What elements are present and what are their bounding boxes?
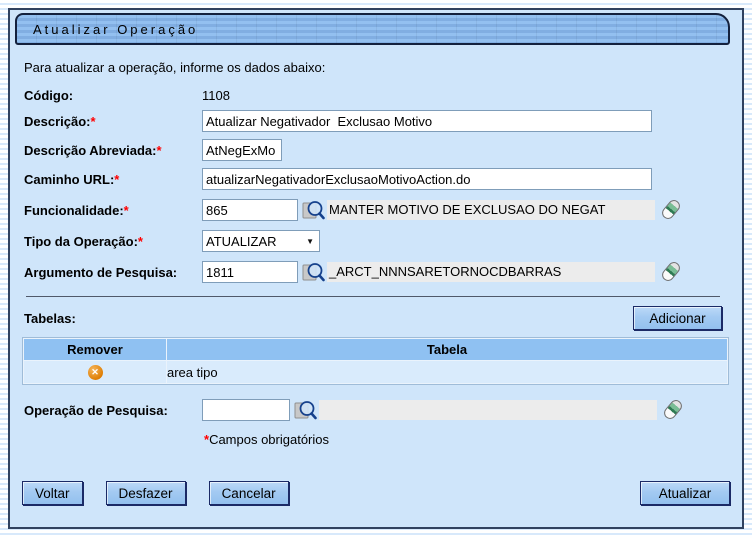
codigo-label: Código: [24,88,202,103]
desfazer-button[interactable]: Desfazer [106,481,186,505]
eraser-shape [662,398,685,422]
column-header-tabela: Tabela [167,339,727,360]
tipo-operacao-label-text: Tipo da Operação: [24,234,138,249]
operacao-pesquisa-label: Operação de Pesquisa: [24,403,202,418]
caminho-url-label-text: Caminho URL: [24,172,114,187]
remove-cell: ✕ [24,361,166,383]
form-content: Para atualizar a operação, informe os da… [10,45,742,447]
remove-icon[interactable]: ✕ [88,365,103,380]
eraser-shape [660,260,683,284]
tabelas-label: Tabelas: [24,311,76,326]
argumento-pesquisa-label: Argumento de Pesquisa: [24,265,202,280]
tipo-operacao-required-marker: * [138,234,143,249]
descricao-abreviada-label: Descrição Abreviada:* [24,143,202,158]
descricao-label: Descrição:* [24,114,202,129]
operacao-pesquisa-code-input[interactable] [202,399,290,421]
descricao-abreviada-label-text: Descrição Abreviada: [24,143,156,158]
operacao-pesquisa-description [319,400,657,420]
page-title: Atualizar Operação [33,22,198,37]
actions-spacer [312,481,617,505]
caminho-url-label: Caminho URL:* [24,172,202,187]
tabelas-header: Tabelas: Adicionar [24,306,726,330]
search-icon[interactable] [301,198,326,222]
action-buttons-bar: Voltar Desfazer Cancelar Atualizar [22,481,730,505]
funcionalidade-description: MANTER MOTIVO DE EXCLUSAO DO NEGAT [327,200,655,220]
descricao-required-marker: * [90,114,95,129]
eraser-icon[interactable] [661,397,685,423]
tipo-operacao-select-wrap: ATUALIZAR ▼ [202,230,320,252]
search-icon[interactable] [301,260,326,284]
argumento-pesquisa-description: _ARCT_NNNSARETORNOCDBARRAS [327,262,655,282]
argumento-pesquisa-label-text: Argumento de Pesquisa: [24,265,177,280]
section-divider [26,296,720,297]
operacao-pesquisa-row: Operação de Pesquisa: [24,397,728,423]
operacao-pesquisa-label-text: Operação de Pesquisa: [24,403,168,418]
required-note-text: Campos obrigatórios [209,432,329,447]
eraser-icon[interactable] [659,197,683,223]
descricao-abreviada-row: Descrição Abreviada:* [24,139,728,161]
argumento-pesquisa-code-input[interactable] [202,261,298,283]
voltar-button[interactable]: Voltar [22,481,83,505]
search-icon[interactable] [293,398,318,422]
codigo-value: 1108 [202,88,230,103]
caminho-url-required-marker: * [114,172,119,187]
required-fields-note: *Campos obrigatórios [204,432,728,447]
descricao-abreviada-input[interactable] [202,139,282,161]
funcionalidade-label: Funcionalidade:* [24,203,202,218]
funcionalidade-required-marker: * [124,203,129,218]
intro-text: Para atualizar a operação, informe os da… [24,60,728,75]
table-row: ✕ area tipo [24,361,727,383]
adicionar-button[interactable]: Adicionar [633,306,722,330]
eraser-shape [660,198,683,222]
atualizar-operacao-panel: Atualizar Operação Para atualizar a oper… [8,8,744,529]
argumento-pesquisa-row: Argumento de Pesquisa: _ARCT_NNNSARETORN… [24,259,728,285]
tipo-operacao-select[interactable]: ATUALIZAR [202,230,320,252]
funcionalidade-row: Funcionalidade:* MANTER MOTIVO DE EXCLUS… [24,197,728,223]
column-header-remover: Remover [24,339,166,360]
eraser-icon[interactable] [659,259,683,285]
funcionalidade-code-input[interactable] [202,199,298,221]
cancelar-button[interactable]: Cancelar [209,481,289,505]
funcionalidade-label-text: Funcionalidade: [24,203,124,218]
atualizar-button[interactable]: Atualizar [640,481,730,505]
descricao-row: Descrição:* [24,110,728,132]
codigo-label-text: Código: [24,88,73,103]
codigo-row: Código: 1108 [24,88,728,103]
caminho-url-row: Caminho URL:* [24,168,728,190]
panel-titlebar: Atualizar Operação [15,13,730,45]
tabelas-table-header-row: Remover Tabela [24,339,727,360]
tipo-operacao-label: Tipo da Operação:* [24,234,202,249]
descricao-label-text: Descrição: [24,114,90,129]
descricao-input[interactable] [202,110,652,132]
tabela-cell: area tipo [167,361,727,383]
caminho-url-input[interactable] [202,168,652,190]
tipo-operacao-row: Tipo da Operação:* ATUALIZAR ▼ [24,230,728,252]
descricao-abreviada-required-marker: * [156,143,161,158]
tabelas-table: Remover Tabela ✕ area tipo [22,337,729,385]
